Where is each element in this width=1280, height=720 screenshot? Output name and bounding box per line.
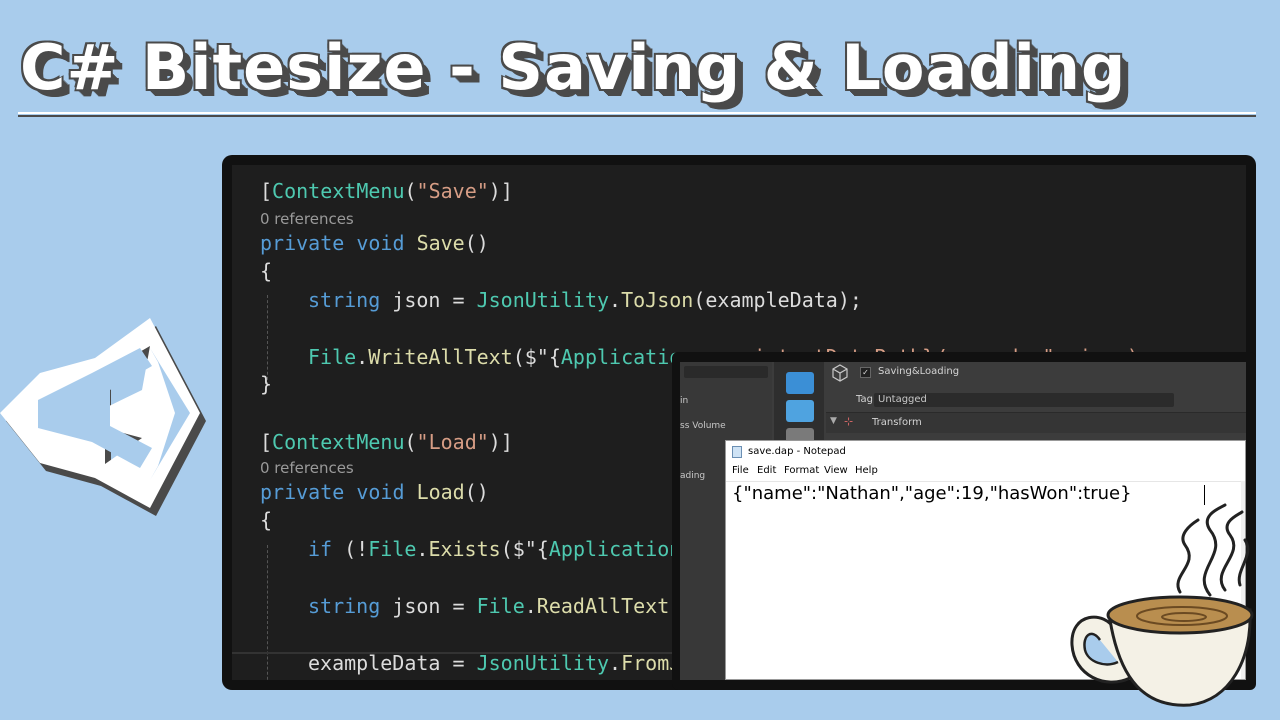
coffee-cup-icon — [1070, 503, 1254, 707]
transform-icon: ⊹ — [844, 415, 854, 428]
menu-file[interactable]: File — [732, 465, 749, 476]
object-name-field[interactable]: Saving&Loading — [878, 366, 959, 377]
references-codelens[interactable]: 0 references — [260, 210, 354, 228]
cube-icon[interactable] — [786, 372, 814, 394]
code-line: string json = JsonUtility.ToJson(example… — [308, 288, 862, 312]
tag-dropdown[interactable]: Untagged — [874, 393, 1174, 407]
code-line: { — [260, 259, 273, 283]
foldout-arrow-icon[interactable]: ▼ — [830, 416, 837, 426]
code-line: [ContextMenu("Load")] — [260, 430, 513, 454]
title-underline — [18, 112, 1256, 114]
code-line: [ContextMenu("Save")] — [260, 179, 513, 203]
menu-bar: File Edit Format View Help — [726, 463, 1245, 482]
page-title: C# Bitesize - Saving & Loading — [20, 31, 1127, 104]
code-line: } — [260, 372, 273, 396]
code-line: if (!File.Exists($"{Application — [308, 537, 682, 561]
tag-label: Tag — [856, 394, 873, 405]
active-checkbox[interactable]: ✓ — [860, 367, 871, 378]
gameobject-cube-icon — [832, 364, 848, 382]
layers-icon[interactable] — [786, 400, 814, 422]
hierarchy-item[interactable]: ss Volume — [680, 421, 726, 431]
hierarchy-search[interactable] — [684, 366, 768, 378]
component-title: Transform — [872, 417, 922, 428]
unity-logo-icon — [0, 318, 206, 516]
hierarchy-item[interactable]: in — [680, 396, 688, 406]
transform-component-header[interactable]: ▼ ⊹ Transform — [826, 412, 1246, 433]
references-codelens[interactable]: 0 references — [260, 459, 354, 477]
menu-format[interactable]: Format — [784, 465, 819, 476]
menu-edit[interactable]: Edit — [757, 465, 776, 476]
code-line: private void Load() — [260, 480, 489, 504]
menu-help[interactable]: Help — [855, 465, 878, 476]
code-line: string json = File.ReadAllText( — [308, 594, 681, 618]
code-line: { — [260, 508, 273, 532]
code-line: private void Save() — [260, 231, 489, 255]
code-line: exampleData = JsonUtility.FromJ — [308, 651, 682, 675]
hierarchy-item[interactable]: ading — [680, 471, 705, 481]
window-title: save.dap - Notepad — [748, 446, 846, 457]
notepad-titlebar[interactable]: save.dap - Notepad — [726, 441, 1245, 463]
notepad-icon — [732, 446, 742, 458]
menu-view[interactable]: View — [824, 465, 848, 476]
